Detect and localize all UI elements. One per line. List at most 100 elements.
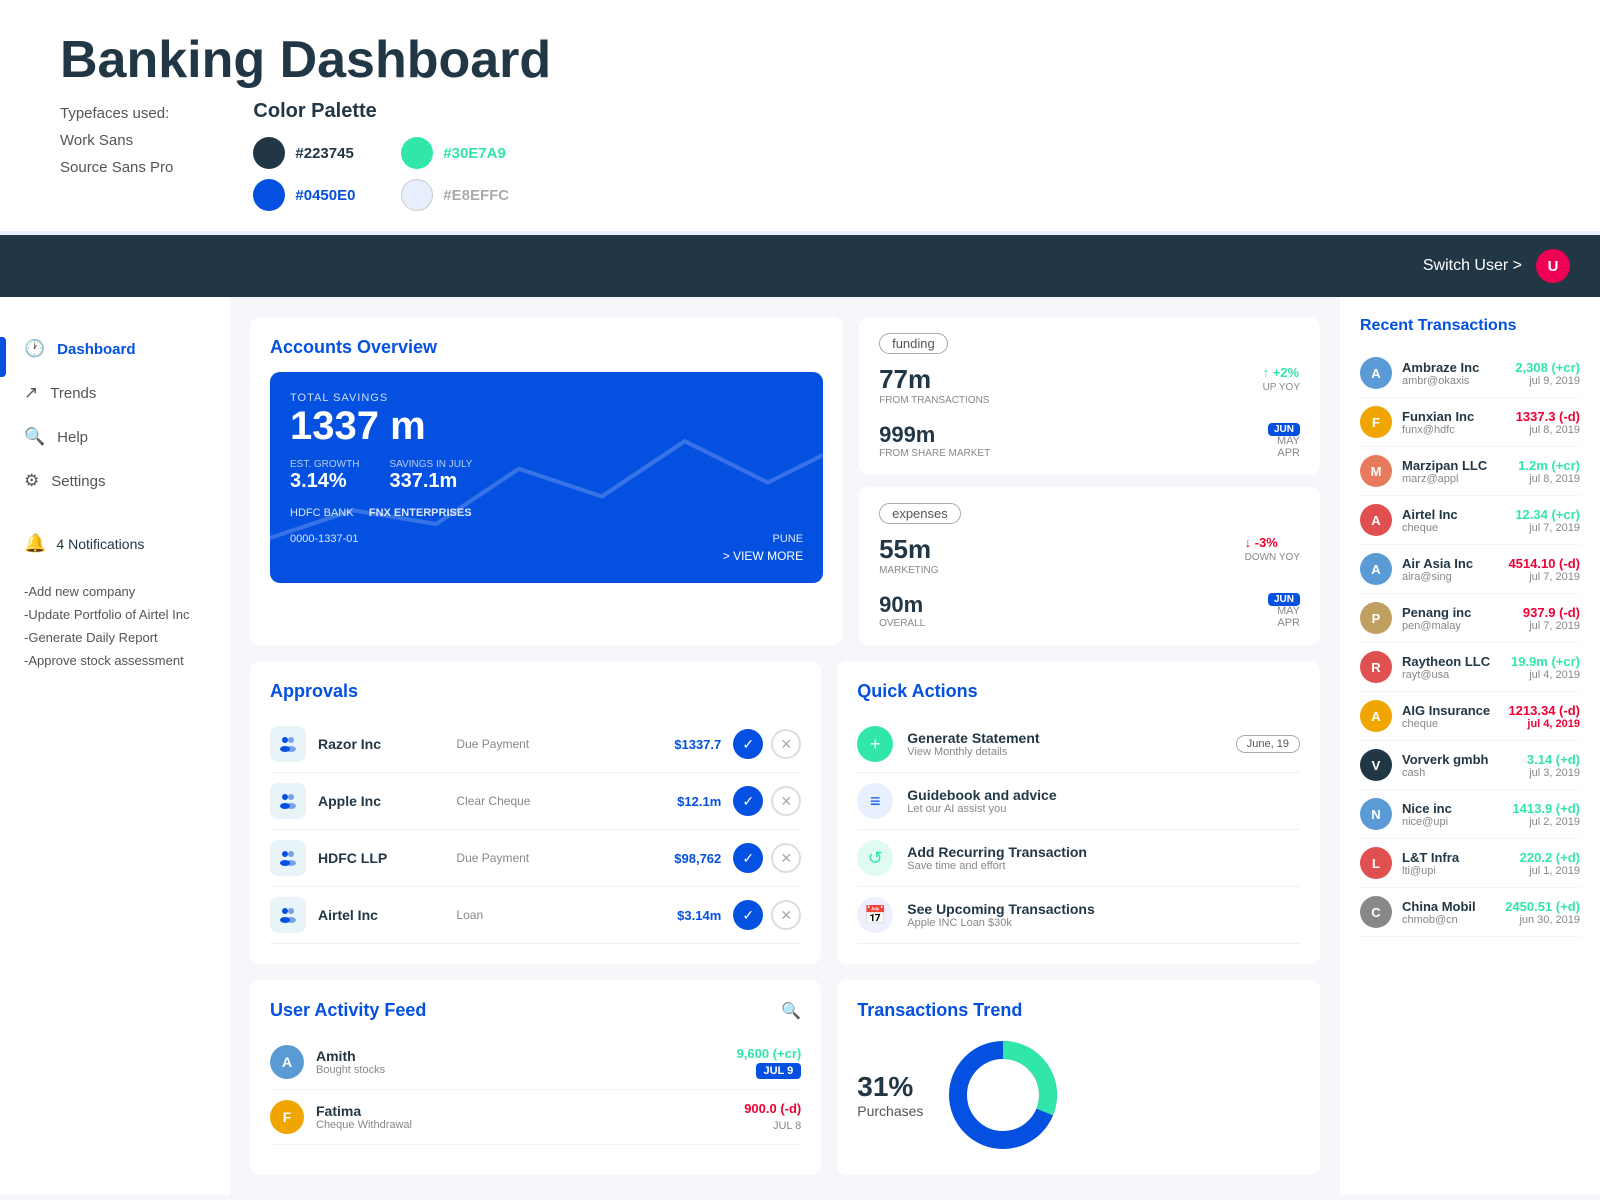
main-shell: 🕐 Dashboard ↗ Trends 🔍 Help ⚙ Settings	[0, 297, 1600, 1195]
user-avatar[interactable]: U	[1536, 249, 1570, 283]
rt-email-0: ambr@okaxis	[1402, 375, 1505, 387]
quick-actions-title: Quick Actions	[857, 681, 1300, 702]
expenses-may: MAY	[1268, 605, 1300, 617]
action-add-company[interactable]: -Add new company	[24, 584, 206, 599]
palette-item-3: #E8EFFC	[401, 179, 509, 211]
rt-info-3: Airtel Inc cheque	[1402, 507, 1505, 534]
switch-user-label[interactable]: Switch User >	[1423, 257, 1522, 275]
action-approve-stock[interactable]: -Approve stock assessment	[24, 653, 206, 668]
qa-item-1[interactable]: ≡ Guidebook and advice Let our AI assist…	[857, 773, 1300, 830]
palette-title: Color Palette	[253, 100, 509, 123]
rt-amount-7: 1213.34 (-d)	[1508, 703, 1580, 718]
ua-action-1: Cheque Withdrawal	[316, 1119, 732, 1131]
approval-icon-3	[270, 897, 306, 933]
rt-name-3: Airtel Inc	[1402, 507, 1505, 522]
action-update-portfolio[interactable]: -Update Portfolio of Airtel Inc	[24, 607, 206, 622]
approve-check-btn-2[interactable]: ✓	[733, 843, 763, 873]
expenses-marketing-label: MARKETING	[879, 565, 938, 576]
ua-amount-col-0: 9,600 (+cr) JUL 9	[737, 1046, 802, 1079]
view-more-link[interactable]: > VIEW MORE	[290, 549, 803, 563]
qa-icon-3: 📅	[857, 897, 893, 933]
approval-row-2: HDFC LLP Due Payment $98,762 ✓ ✕	[270, 830, 801, 887]
dashboard-shell-outer: Switch User > U 🕐 Dashboard ↗ Trends	[0, 231, 1600, 1195]
palette-item-0: #223745	[253, 137, 361, 169]
expenses-change-val: -3%	[1255, 535, 1278, 550]
sidebar-item-dashboard[interactable]: 🕐 Dashboard	[0, 327, 230, 371]
qa-label-1: Guidebook and advice	[907, 787, 1056, 803]
approve-check-btn-3[interactable]: ✓	[733, 900, 763, 930]
approve-x-btn-0[interactable]: ✕	[771, 729, 801, 759]
funding-months: JUN MAY APR	[1268, 423, 1300, 459]
approve-x-btn-1[interactable]: ✕	[771, 786, 801, 816]
sidebar-item-settings[interactable]: ⚙ Settings	[0, 459, 230, 503]
rt-avatar-9: N	[1360, 798, 1392, 830]
qa-sublabel-3: Apple INC Loan $30k	[907, 917, 1095, 929]
rt-name-8: Vorverk gmbh	[1402, 752, 1517, 767]
approvals-title: Approvals	[270, 681, 801, 702]
rt-avatar-8: V	[1360, 749, 1392, 781]
ua-title: User Activity Feed	[270, 1000, 426, 1021]
qa-item-2[interactable]: ↺ Add Recurring Transaction Save time an…	[857, 830, 1300, 887]
top-meta: Typefaces used: Work Sans Source Sans Pr…	[60, 100, 1540, 211]
action-generate-report[interactable]: -Generate Daily Report	[24, 630, 206, 645]
rt-amount-col-3: 12.34 (+cr) jul 7, 2019	[1515, 507, 1580, 534]
notifications-label: 4 Notifications	[56, 536, 144, 552]
funding-share-label: FROM SHARE MARKET	[879, 448, 990, 459]
rt-date-3: jul 7, 2019	[1515, 522, 1580, 534]
account-location: PUNE	[773, 533, 804, 545]
approve-check-btn-0[interactable]: ✓	[733, 729, 763, 759]
rt-email-8: cash	[1402, 767, 1517, 779]
rt-name-11: China Mobil	[1402, 899, 1495, 914]
sidebar-item-help[interactable]: 🔍 Help	[0, 415, 230, 459]
ua-search-icon[interactable]: 🔍	[781, 1001, 801, 1021]
funding-arrow-up: ↑	[1263, 365, 1273, 380]
people-icon-3	[278, 905, 298, 925]
approval-amount-3: $3.14m	[595, 908, 721, 923]
approval-icon-0	[270, 726, 306, 762]
rt-name-2: Marzipan LLC	[1402, 458, 1508, 473]
row-accounts: Accounts Overview TOTAL SAVINGS 1337 m	[250, 317, 1320, 645]
quick-actions-list: + Generate Statement View Monthly detail…	[857, 716, 1300, 944]
rt-info-6: Raytheon LLC rayt@usa	[1402, 654, 1501, 681]
rt-list: A Ambraze Inc ambr@okaxis 2,308 (+cr) ju…	[1360, 349, 1580, 937]
rt-date-2: jul 8, 2019	[1518, 473, 1580, 485]
sidebar-item-trends[interactable]: ↗ Trends	[0, 371, 230, 415]
rt-amount-10: 220.2 (+d)	[1520, 850, 1580, 865]
main-content: Accounts Overview TOTAL SAVINGS 1337 m	[230, 297, 1340, 1195]
funding-transactions: 77m FROM TRANSACTIONS	[879, 364, 989, 406]
rt-amount-1: 1337.3 (-d)	[1516, 409, 1580, 424]
ua-header: User Activity Feed 🔍	[270, 1000, 801, 1021]
expenses-secondary-row: 90m OVERALL JUN MAY APR	[879, 586, 1300, 629]
savings-july-value: 337.1m	[389, 470, 472, 493]
color-palette: Color Palette #223745 #30E7A9 #0450E0 #E…	[253, 100, 509, 211]
rt-amount-0: 2,308 (+cr)	[1515, 360, 1580, 375]
rt-item-2: M Marzipan LLC marz@appl 1.2m (+cr) jul …	[1360, 447, 1580, 496]
rt-amount-4: 4514.10 (-d)	[1508, 556, 1580, 571]
approve-check-btn-1[interactable]: ✓	[733, 786, 763, 816]
qa-item-3[interactable]: 📅 See Upcoming Transactions Apple INC Lo…	[857, 887, 1300, 944]
rt-amount-col-2: 1.2m (+cr) jul 8, 2019	[1518, 458, 1580, 485]
rt-amount-9: 1413.9 (+d)	[1512, 801, 1580, 816]
qa-item-0[interactable]: + Generate Statement View Monthly detail…	[857, 716, 1300, 773]
funding-apr: APR	[1268, 447, 1300, 459]
funding-expenses-col: funding 77m FROM TRANSACTIONS ↑ +2%	[859, 317, 1320, 645]
funding-transactions-label: FROM TRANSACTIONS	[879, 395, 989, 406]
approval-name-3: Airtel Inc	[318, 907, 444, 923]
expenses-overall-label: OVERALL	[879, 618, 925, 629]
dashboard-wrapper: Switch User > U 🕐 Dashboard ↗ Trends	[0, 235, 1600, 1195]
rt-avatar-10: L	[1360, 847, 1392, 879]
approve-x-btn-2[interactable]: ✕	[771, 843, 801, 873]
est-growth: EST. GROWTH 3.14%	[290, 459, 359, 493]
expenses-yoy-label: DOWN YOY	[1245, 552, 1300, 563]
rt-email-1: funx@hdfc	[1402, 424, 1506, 436]
rt-amount-3: 12.34 (+cr)	[1515, 507, 1580, 522]
approvals-card: Approvals Razor Inc Due Payment $1337.7 …	[250, 661, 821, 964]
color-hex-0: #223745	[295, 145, 353, 162]
color-dot-2	[253, 179, 285, 211]
rt-amount-col-11: 2450.51 (+d) jun 30, 2019	[1505, 899, 1580, 926]
approve-x-btn-3[interactable]: ✕	[771, 900, 801, 930]
qa-label-3: See Upcoming Transactions	[907, 901, 1095, 917]
rt-amount-col-6: 19.9m (+cr) jul 4, 2019	[1511, 654, 1580, 681]
savings-july: SAVINGS IN JULY 337.1m	[389, 459, 472, 493]
qa-badge-0: June, 19	[1236, 735, 1300, 753]
